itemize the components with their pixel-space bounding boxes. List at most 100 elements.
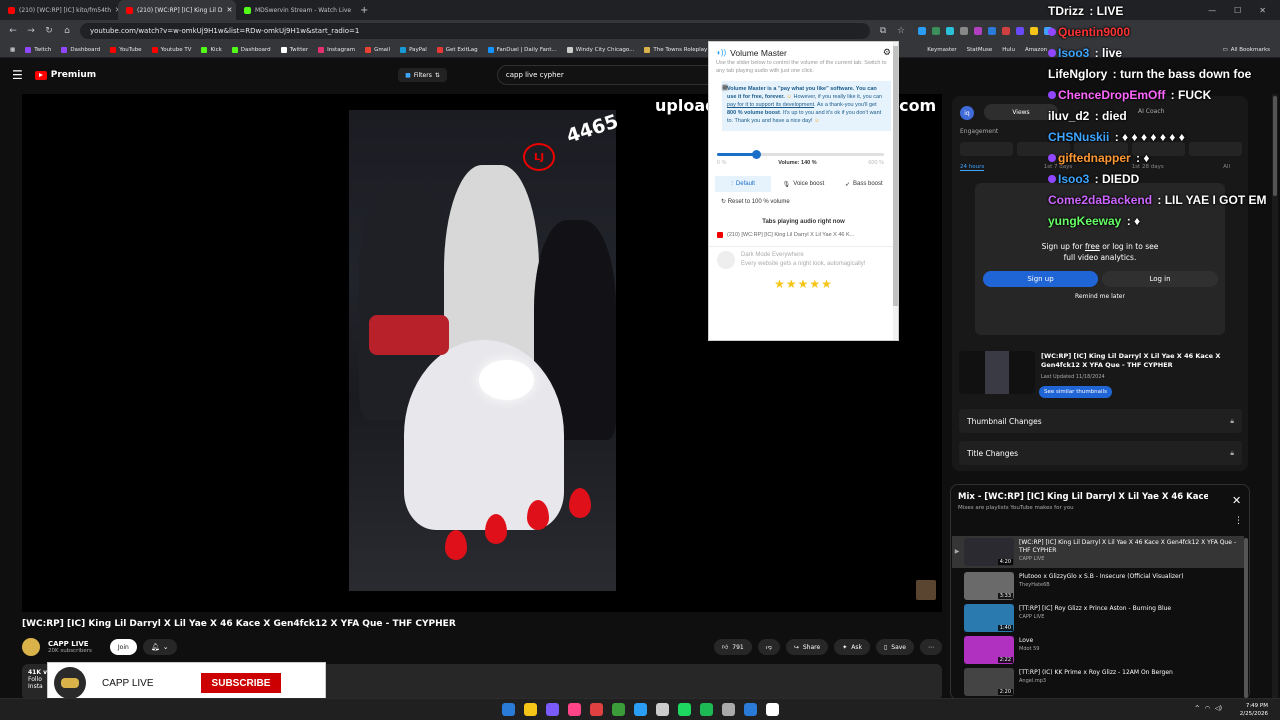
bookmark-star-icon[interactable]: ☆: [896, 26, 906, 36]
ask-button[interactable]: ✦ Ask: [834, 639, 870, 655]
bookmark-item[interactable]: Kick: [201, 46, 222, 53]
extension-icon[interactable]: [960, 27, 968, 35]
apps-grid-icon[interactable]: ▦: [10, 47, 15, 53]
minimize-icon[interactable]: —: [1208, 6, 1216, 15]
vidiq-icon[interactable]: iq: [960, 106, 974, 120]
bookmark-item[interactable]: Youtube TV: [151, 46, 191, 53]
new-tab-button[interactable]: +: [354, 5, 374, 16]
thumbnail-changes-row[interactable]: Thumbnail Changes 🔒︎: [959, 409, 1242, 433]
similar-thumbnails-button[interactable]: See similar thumbnails: [1039, 386, 1112, 398]
start-icon[interactable]: [502, 703, 515, 716]
system-clock[interactable]: 7:49 PM 2/25/2026: [1240, 702, 1268, 719]
subscribe-button[interactable]: SUBSCRIBE: [201, 673, 281, 693]
more-vertical-icon[interactable]: ⋮: [1234, 516, 1243, 526]
save-button[interactable]: ▯ Save: [875, 639, 914, 655]
browser-tab-1[interactable]: (210) [WC:RP] [IC] kito/fm54th ✕: [0, 0, 118, 20]
wifi-icon[interactable]: ◠: [1205, 705, 1210, 712]
mode-bass-boost[interactable]: ➶ Bass boost: [836, 176, 892, 192]
extension-icon[interactable]: [1044, 27, 1052, 35]
discord-icon[interactable]: [546, 703, 559, 716]
playlist-scrollbar[interactable]: [1244, 538, 1248, 698]
extension-icon[interactable]: [932, 27, 940, 35]
browser-tab-2[interactable]: (210) [WC:RP] [IC] King Lil D ✕: [118, 0, 236, 20]
remind-later-link[interactable]: Remind me later: [1040, 293, 1160, 300]
youtube-premium-logo[interactable]: Premium: [34, 70, 96, 80]
forward-icon[interactable]: →: [26, 26, 36, 36]
bookmark-item[interactable]: Dashboard: [231, 46, 271, 53]
bookmark-item[interactable]: Get ExitLag: [436, 46, 478, 53]
volume-slider[interactable]: [717, 150, 884, 160]
channel-avatar[interactable]: [22, 638, 40, 656]
views-tab[interactable]: Views: [984, 104, 1058, 120]
bookmark-item[interactable]: Gmail: [365, 46, 390, 53]
mix-title[interactable]: Mix - [WC:RP] [IC] King Lil Darryl X Lil…: [958, 492, 1208, 502]
bookmark-item[interactable]: Twitch: [25, 46, 51, 53]
tab-first-28-days[interactable]: 1st 28 days: [1132, 164, 1164, 171]
volume-master-extension-icon[interactable]: [918, 27, 926, 35]
gear-icon[interactable]: ⚙: [883, 47, 891, 58]
title-changes-row[interactable]: Title Changes 🔒︎: [959, 441, 1242, 465]
audio-tab-item[interactable]: (210) [WC:RP] [IC] King Lil Darryl X Lil…: [717, 232, 890, 239]
home-icon[interactable]: ⌂: [62, 26, 72, 36]
spotify-icon[interactable]: [700, 703, 713, 716]
bookmark-item[interactable]: Hulu: [1002, 47, 1015, 53]
dark-mode-promo[interactable]: Dark Mode Everywhere Every website gets …: [709, 246, 898, 273]
install-icon[interactable]: ⧉: [878, 26, 888, 36]
close-window-icon[interactable]: ✕: [1259, 6, 1266, 15]
playlist-item[interactable]: 2:20 [TT:RP] (IC) KK Prime x Roy Glizz -…: [952, 666, 1244, 698]
hamburger-menu-icon[interactable]: ☰: [12, 68, 23, 82]
bookmark-item[interactable]: PayPal: [400, 46, 427, 53]
bookmark-item[interactable]: Twitter: [280, 46, 308, 53]
login-button[interactable]: Log in: [1102, 271, 1218, 287]
volume-slider-handle[interactable]: [751, 150, 761, 160]
app-icon[interactable]: [722, 703, 735, 716]
extension-icon[interactable]: [946, 27, 954, 35]
share-button[interactable]: ↪ Share: [785, 639, 829, 655]
bookmark-item[interactable]: Amazon: [1025, 47, 1047, 53]
mode-default[interactable]: ⫶ Default: [715, 176, 772, 193]
app-icon[interactable]: [634, 703, 647, 716]
extension-icon[interactable]: [988, 27, 996, 35]
channel-watermark-icon[interactable]: [916, 580, 936, 600]
extension-icon[interactable]: [974, 27, 982, 35]
bookmark-item[interactable]: YouTube: [110, 46, 142, 53]
search-input[interactable]: capp live cypher✕: [496, 65, 737, 85]
bookmark-item[interactable]: StatMuse: [967, 47, 993, 53]
back-icon[interactable]: ←: [8, 26, 18, 36]
bookmark-item[interactable]: FanDuel | Daily Fant...: [487, 46, 557, 53]
popup-scrollbar[interactable]: [893, 42, 898, 340]
rating-stars[interactable]: ★★★★★: [709, 277, 898, 291]
dislike-button[interactable]: 👎︎: [757, 639, 780, 655]
app-icon[interactable]: [744, 703, 757, 716]
filters-button[interactable]: ■ Filters ⇅: [398, 68, 447, 82]
playlist-item[interactable]: 3:33 Plutooo x GlizzyGlo x S.B - Insecur…: [952, 570, 1244, 602]
close-tab-icon[interactable]: ✕: [226, 6, 232, 14]
all-bookmarks-button[interactable]: ▭ All Bookmarks: [1223, 47, 1280, 53]
chrome-icon[interactable]: [612, 703, 625, 716]
bookmark-item[interactable]: Instagram: [318, 46, 355, 53]
playlist-item[interactable]: 2:22 Love Mdot 59: [952, 634, 1244, 666]
extension-icon[interactable]: [1016, 27, 1024, 35]
speaker-icon[interactable]: ◁): [1215, 705, 1222, 712]
url-input[interactable]: youtube.com/watch?v=w-omkUj9H1w&list=RDw…: [80, 23, 870, 39]
bookmark-item[interactable]: The Towns Roleplay: [644, 46, 707, 53]
ai-coach-tab[interactable]: AI Coach: [1138, 108, 1164, 115]
reset-volume-button[interactable]: ↻ Reset to 100 % volume: [721, 198, 886, 205]
like-button[interactable]: 👍︎ 791: [714, 639, 752, 655]
tab-first-7-days[interactable]: 1st 7 days: [1044, 164, 1073, 171]
mode-voice-boost[interactable]: 🎙︎ Voice boost: [775, 176, 831, 192]
tab-all[interactable]: All: [1223, 164, 1230, 171]
app-icon[interactable]: [568, 703, 581, 716]
app-icon[interactable]: [590, 703, 603, 716]
page-scrollbar[interactable]: [1272, 94, 1278, 698]
notifications-button[interactable]: 🔔︎ ⌄: [142, 639, 177, 655]
playlist-item[interactable]: ▶ 4:20 [WC:RP] [IC] King Lil Darryl X Li…: [952, 536, 1244, 568]
chevron-up-icon[interactable]: ^: [1195, 705, 1200, 712]
close-notice-icon[interactable]: ✕: [722, 84, 887, 94]
extension-icon[interactable]: [1002, 27, 1010, 35]
extension-icon[interactable]: [1030, 27, 1038, 35]
bookmark-item[interactable]: Windy City Chicago...: [566, 46, 634, 53]
browser-tab-3[interactable]: MDSwervin Stream - Watch Live✕: [236, 0, 354, 20]
playlist-item[interactable]: 1:40 [TT:RP] [IC] Roy Glizz x Prince Ast…: [952, 602, 1244, 634]
bookmark-item[interactable]: Dashboard: [61, 46, 100, 53]
